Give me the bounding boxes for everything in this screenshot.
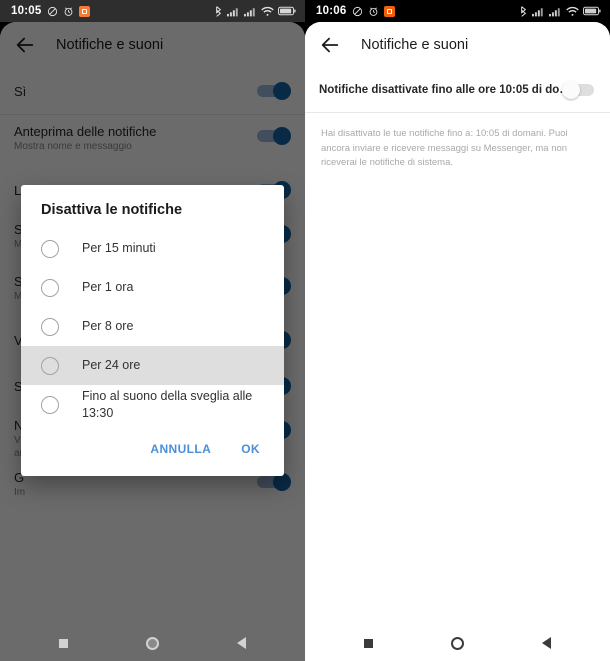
radio-option-15-min[interactable]: Per 15 minuti	[21, 229, 284, 268]
radio-option-label: Per 8 ore	[82, 319, 134, 334]
wifi-icon	[566, 6, 579, 17]
radio-button-icon[interactable]	[41, 395, 59, 414]
dnd-icon	[47, 6, 58, 17]
radio-button-icon[interactable]	[41, 278, 59, 297]
radio-option-1-hour[interactable]: Per 1 ora	[21, 268, 284, 307]
mute-description: Hai disattivato le tue notifiche fino a:…	[321, 128, 568, 169]
radio-option-label: Per 24 ore	[82, 358, 141, 373]
row-title: Notifiche disattivate fino alle ore 10:0…	[319, 84, 571, 96]
dialog-title: Disattiva le notifiche	[41, 202, 183, 218]
left-phone-screen: 10:05 Disattiva le notifiche Per 15 minu…	[0, 0, 305, 661]
app-badge-icon	[79, 5, 91, 17]
circle-icon[interactable]	[146, 636, 159, 650]
mute-notifications-row[interactable]: Notifiche disattivate fino alle ore 10:0…	[305, 68, 610, 112]
right-status-bar: 10:06	[305, 0, 610, 22]
bluetooth-icon	[519, 5, 528, 17]
left-status-bar: 10:05	[0, 0, 305, 22]
square-icon[interactable]	[59, 638, 68, 648]
signal-icon	[532, 6, 545, 17]
square-icon[interactable]	[364, 638, 373, 648]
app-badge-icon	[384, 5, 396, 17]
battery-icon	[583, 6, 601, 16]
wifi-icon	[261, 6, 274, 17]
radio-option-label: Fino al suono della sveglia alle 13:30	[82, 389, 253, 420]
radio-option-8-hours[interactable]: Per 8 ore	[21, 307, 284, 346]
dialog-actions: ANNULLA OK	[21, 424, 284, 472]
status-time: 10:05	[11, 5, 42, 17]
dnd-icon	[352, 6, 363, 17]
alarm-icon	[63, 6, 74, 17]
dual-screenshot: 10:05 Disattiva le notifiche Per 15 minu…	[0, 0, 610, 661]
page-title: Notifiche e suoni	[361, 37, 469, 53]
ok-button[interactable]: OK	[231, 436, 270, 462]
disable-notifications-dialog: Disattiva le notifiche Per 15 minuti Per…	[21, 185, 284, 476]
right-app-bar: Notifiche e suoni	[305, 22, 610, 68]
radio-button-icon[interactable]	[41, 356, 59, 375]
left-navigation-bar	[0, 625, 305, 661]
signal-icon-2	[549, 6, 562, 17]
bluetooth-icon	[214, 5, 223, 17]
alarm-icon	[368, 6, 379, 17]
triangle-icon[interactable]	[237, 637, 246, 649]
radio-button-icon[interactable]	[41, 317, 59, 336]
back-arrow-icon[interactable]	[319, 34, 341, 56]
right-navigation-bar	[305, 625, 610, 661]
radio-option-label: Per 1 ora	[82, 280, 134, 295]
right-app-surface: Notifiche e suoni Notifiche disattivate …	[305, 22, 610, 661]
battery-icon	[278, 6, 296, 16]
signal-icon	[227, 6, 240, 17]
radio-option-24-hours[interactable]: Per 24 ore	[21, 346, 284, 385]
radio-option-until-alarm[interactable]: Fino al suono della sveglia alle 13:30	[21, 385, 284, 424]
radio-button-icon[interactable]	[41, 239, 59, 258]
triangle-icon[interactable]	[542, 637, 551, 649]
right-phone-screen: 10:06 Notifiche e suoni Notifiche disatt…	[305, 0, 610, 661]
radio-option-label: Per 15 minuti	[82, 241, 156, 256]
signal-icon-2	[244, 6, 257, 17]
status-time: 10:06	[316, 5, 347, 17]
cancel-button[interactable]: ANNULLA	[140, 436, 221, 462]
toggle-switch[interactable]	[562, 81, 596, 99]
circle-icon[interactable]	[451, 636, 464, 650]
